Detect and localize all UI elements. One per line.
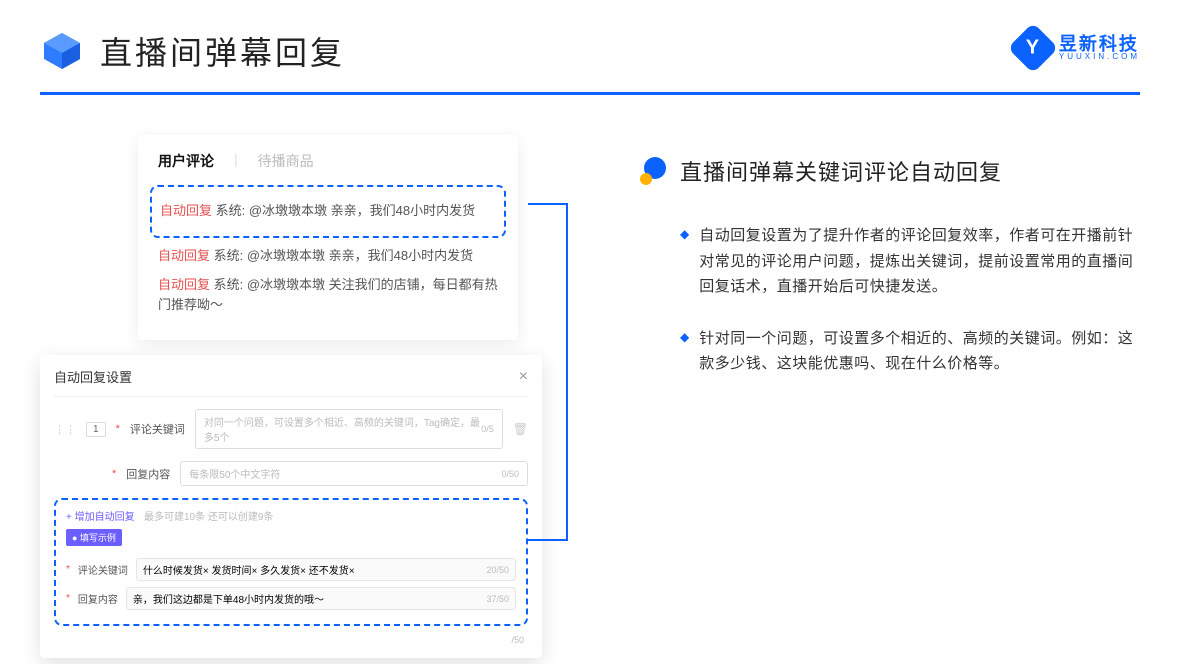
right-heading-text: 直播间弹幕关键词评论自动回复 bbox=[680, 155, 1002, 187]
example-content-input[interactable]: 亲，我们这边都是下单48小时内发货的哦～ 37/50 bbox=[126, 587, 516, 610]
right-heading: 直播间弹幕关键词评论自动回复 bbox=[640, 155, 1140, 187]
tab-user-comments[interactable]: 用户评论 bbox=[158, 151, 214, 171]
comment-text: 系统: @冰墩墩本墩 亲亲，我们48小时内发货 bbox=[212, 203, 475, 218]
right-description: 直播间弹幕关键词评论自动回复 ◆ 自动回复设置为了提升作者的评论回复效率，作者可… bbox=[640, 135, 1140, 403]
bubble-icon bbox=[640, 157, 668, 185]
content-counter: 0/50 bbox=[501, 469, 519, 479]
ex-content-label: 回复内容 bbox=[78, 591, 118, 606]
settings-header: 自动回复设置 × bbox=[54, 367, 528, 397]
bullet-1-text: 自动回复设置为了提升作者的评论回复效率，作者可在开播前针对常见的评论用户问题，提… bbox=[699, 223, 1140, 300]
comment-item: 自动回复 系统: @冰墩墩本墩 亲亲，我们48小时内发货 bbox=[160, 201, 496, 222]
ex-content-counter: 37/50 bbox=[486, 594, 509, 604]
slide-header: 直播间弹幕回复 Y 昱新科技 YUUXIN.COM bbox=[0, 0, 1180, 92]
page-title: 直播间弹幕回复 bbox=[100, 28, 345, 74]
example-highlight: + 增加自动回复 最多可建10条 还可以创建9条 ● 填写示例 * 评论关键词 … bbox=[54, 498, 528, 626]
tab-divider: | bbox=[234, 151, 238, 171]
drag-icon[interactable]: ⋮⋮ bbox=[54, 423, 76, 436]
required-icon: * bbox=[112, 468, 116, 480]
auto-reply-settings-card: 自动回复设置 × ⋮⋮ 1 * 评论关键词 对同一个问题，可设置多个相近、高频的… bbox=[40, 355, 542, 658]
settings-row-keyword: ⋮⋮ 1 * 评论关键词 对同一个问题，可设置多个相近、高频的关键词，Tag确定… bbox=[54, 409, 528, 449]
comment-text: 系统: @冰墩墩本墩 亲亲，我们48小时内发货 bbox=[210, 248, 473, 263]
content-input[interactable]: 每条限50个中文字符 0/50 bbox=[180, 461, 528, 486]
logo-text: 昱新科技 YUUXIN.COM bbox=[1059, 35, 1140, 61]
tab-pending-goods[interactable]: 待播商品 bbox=[258, 151, 314, 171]
comment-tabs: 用户评论 | 待播商品 bbox=[158, 151, 498, 171]
keyword-counter: 0/5 bbox=[481, 424, 494, 434]
required-icon: * bbox=[116, 423, 120, 435]
diamond-icon: ◆ bbox=[680, 330, 689, 377]
example-badge: ● 填写示例 bbox=[66, 529, 122, 546]
logo-en: YUUXIN.COM bbox=[1059, 53, 1140, 61]
left-screenshots: 用户评论 | 待播商品 自动回复 系统: @冰墩墩本墩 亲亲，我们48小时内发货… bbox=[40, 135, 600, 403]
ex-content-text: 亲，我们这边都是下单48小时内发货的哦～ bbox=[133, 591, 324, 606]
settings-row-content: * 回复内容 每条限50个中文字符 0/50 bbox=[54, 461, 528, 486]
add-auto-reply-link[interactable]: + 增加自动回复 bbox=[66, 512, 135, 523]
ex-keyword-label: 评论关键词 bbox=[78, 562, 128, 577]
ex-keyword-counter: 20/50 bbox=[486, 565, 509, 575]
bottom-counter: /50 bbox=[511, 635, 524, 645]
required-icon: * bbox=[66, 593, 70, 604]
logo-icon: Y bbox=[1007, 23, 1058, 74]
close-icon[interactable]: × bbox=[519, 368, 528, 386]
ex-keyword-tags: 什么时候发货× 发货时间× 多久发货× 还不发货× bbox=[143, 562, 355, 577]
bullet-2: ◆ 针对同一个问题，可设置多个相近的、高频的关键词。例如：这款多少钱、这块能优惠… bbox=[640, 326, 1140, 377]
example-keyword-row: * 评论关键词 什么时候发货× 发货时间× 多久发货× 还不发货× 20/50 bbox=[66, 558, 516, 581]
brand-logo: Y 昱新科技 YUUXIN.COM bbox=[1015, 30, 1140, 66]
bullet-2-text: 针对同一个问题，可设置多个相近的、高频的关键词。例如：这款多少钱、这块能优惠吗、… bbox=[699, 326, 1140, 377]
add-auto-reply-row: + 增加自动回复 最多可建10条 还可以创建9条 bbox=[66, 508, 516, 523]
comment-item: 自动回复 系统: @冰墩墩本墩 关注我们的店铺，每日都有热门推荐呦～ bbox=[158, 275, 498, 317]
comment-item: 自动回复 系统: @冰墩墩本墩 亲亲，我们48小时内发货 bbox=[158, 246, 498, 267]
logo-cn: 昱新科技 bbox=[1059, 35, 1140, 53]
cube-icon bbox=[40, 29, 84, 73]
auto-reply-tag: 自动回复 bbox=[158, 277, 210, 292]
keyword-label: 评论关键词 bbox=[130, 421, 185, 437]
auto-reply-tag: 自动回复 bbox=[160, 203, 212, 218]
bullet-1: ◆ 自动回复设置为了提升作者的评论回复效率，作者可在开播前针对常见的评论用户问题… bbox=[640, 223, 1140, 300]
keyword-input[interactable]: 对同一个问题，可设置多个相近、高频的关键词，Tag确定，最多5个 0/5 bbox=[195, 409, 503, 449]
keyword-placeholder: 对同一个问题，可设置多个相近、高频的关键词，Tag确定，最多5个 bbox=[204, 414, 481, 444]
content-label: 回复内容 bbox=[126, 466, 170, 482]
row-number: 1 bbox=[86, 422, 106, 437]
connector-line bbox=[528, 203, 568, 541]
add-hint: 最多可建10条 还可以创建9条 bbox=[144, 512, 273, 523]
content-placeholder: 每条限50个中文字符 bbox=[189, 466, 280, 481]
example-content-row: * 回复内容 亲，我们这边都是下单48小时内发货的哦～ 37/50 bbox=[66, 587, 516, 610]
trash-icon[interactable]: 🗑 bbox=[513, 422, 528, 436]
comments-card: 用户评论 | 待播商品 自动回复 系统: @冰墩墩本墩 亲亲，我们48小时内发货… bbox=[138, 135, 518, 340]
example-keyword-input[interactable]: 什么时候发货× 发货时间× 多久发货× 还不发货× 20/50 bbox=[136, 558, 516, 581]
comment-highlight: 自动回复 系统: @冰墩墩本墩 亲亲，我们48小时内发货 bbox=[150, 185, 506, 238]
required-icon: * bbox=[66, 564, 70, 575]
auto-reply-tag: 自动回复 bbox=[158, 248, 210, 263]
settings-title: 自动回复设置 bbox=[54, 367, 132, 386]
diamond-icon: ◆ bbox=[680, 227, 689, 300]
bottom-counter-row: /50 bbox=[54, 626, 528, 646]
